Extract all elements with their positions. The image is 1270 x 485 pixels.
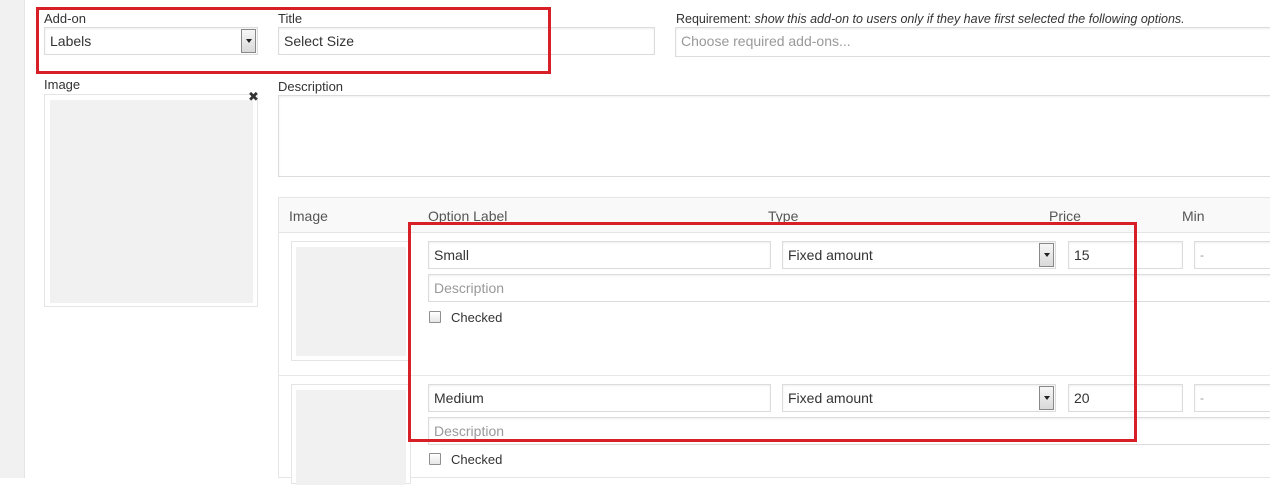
header-min: Min xyxy=(1182,208,1205,224)
option-min-input[interactable]: - xyxy=(1194,241,1270,269)
requirement-input[interactable]: Choose required add-ons... xyxy=(675,27,1270,57)
option-image-box[interactable] xyxy=(291,384,411,485)
highlight-box-addon-title xyxy=(36,7,551,74)
description-textarea[interactable] xyxy=(278,95,1270,177)
requirement-label: Requirement: show this add-on to users o… xyxy=(676,11,1185,27)
header-image: Image xyxy=(289,208,328,224)
image-label: Image xyxy=(44,77,81,92)
option-image-box[interactable] xyxy=(291,241,411,361)
addon-image-placeholder xyxy=(50,100,253,303)
close-icon[interactable]: ✖ xyxy=(248,90,259,103)
option-image-placeholder xyxy=(296,247,406,356)
option-image-placeholder xyxy=(296,390,406,485)
option-checked-label: Checked xyxy=(451,452,503,467)
description-label: Description xyxy=(278,79,344,94)
option-checked-checkbox[interactable] xyxy=(429,453,441,465)
requirement-label-text: Requirement: xyxy=(676,12,752,26)
requirement-hint: show this add-on to users only if they h… xyxy=(754,12,1185,26)
addon-image-box[interactable] xyxy=(44,94,258,307)
admin-sidebar-edge xyxy=(0,0,25,478)
highlight-box-options xyxy=(408,222,1137,442)
option-min-input[interactable]: - xyxy=(1194,384,1270,412)
